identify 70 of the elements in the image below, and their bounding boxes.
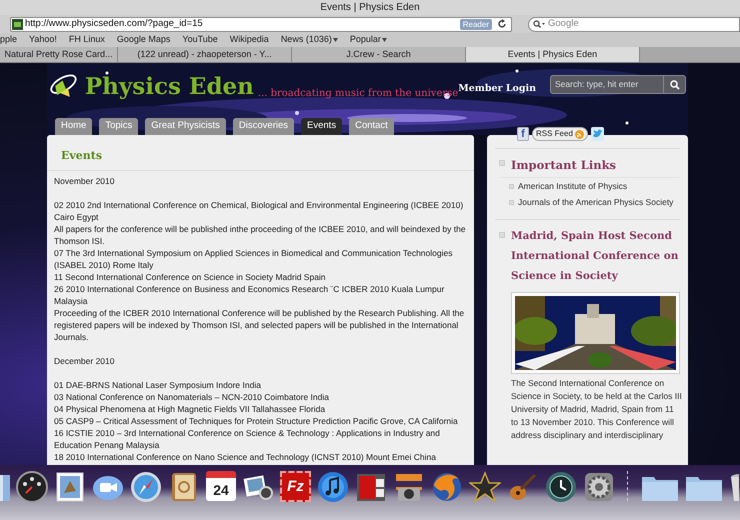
stamp-icon[interactable]	[54, 471, 86, 503]
star-icon[interactable]	[469, 471, 501, 503]
event-entry: 26 2010 International Conference on Business and Economics Research ¨C ICBER 2010 Kuala Lumpur Malaysia	[54, 283, 446, 307]
music-note-icon[interactable]	[317, 471, 349, 503]
event-entry: All papers for the conference will be published inthe proceeding of the ICBEE 2010, and will beindexed by the Thomson ISI.	[54, 223, 467, 247]
camera-icon[interactable]	[393, 471, 425, 503]
bookmark-link[interactable]: FH Linux	[68, 33, 105, 47]
bookmark-link[interactable]: Popular	[350, 33, 387, 47]
sidebar-link[interactable]: Journals of the American Physics Society	[518, 196, 674, 209]
search-icon	[533, 20, 545, 28]
bookmark-link[interactable]: YouTube	[182, 33, 218, 47]
globe-icon[interactable]	[431, 471, 463, 503]
event-entry: 11 Second International Conference on Science in Society Madrid Spain	[54, 271, 327, 283]
bird-icon[interactable]	[590, 127, 604, 141]
event-entry: Proceeding of the ICBER 2010 International Conference will be published by the Research Publishing. All the registered papers will be indexed by Thomson ISI, and selected papers will be published in the International Journals.	[54, 307, 466, 343]
bullet-icon	[499, 160, 505, 166]
browser-tab[interactable]: J.Crew - Search	[292, 47, 466, 62]
site-title: Physics Eden	[84, 75, 254, 98]
trash-icon[interactable]	[729, 471, 739, 503]
month-heading: November 2010	[54, 175, 116, 187]
event-entry: 05 CASP9 – Critical Assessment of Techniques for Protein Structure Prediction Pacific Grove, CA California	[54, 415, 459, 427]
member-login-link[interactable]: Member Login	[458, 82, 536, 96]
page-heading: Events	[61, 149, 102, 162]
sidebar-link[interactable]: American Institute of Physics	[518, 180, 628, 193]
event-entry: 01 DAE-BRNS National Laser Symposium Indore India	[54, 379, 262, 391]
bullet-icon	[509, 184, 514, 190]
article-text: The Second International Conference on Science in Society, to be held at the Carlos III University of Madrid, Madrid, Spain from 11 to 13 November 2010. This Conference will address disciplinary and interdisciplinary	[511, 376, 683, 442]
nav-tab[interactable]: Events	[301, 118, 342, 135]
bookmark-link[interactable]: Wikipedia	[230, 33, 269, 47]
clock-icon[interactable]	[545, 471, 577, 503]
rss-feed-button[interactable]: RSS Feed	[532, 127, 588, 141]
gauge-icon[interactable]	[16, 471, 48, 503]
address-field[interactable]: http://www.physicseden.com/?page_id=15 Reader	[10, 16, 512, 32]
bookmark-link[interactable]: Yahoo!	[29, 33, 57, 47]
dock-divider	[627, 471, 629, 501]
calendar-icon[interactable]: 24	[206, 471, 236, 501]
month-heading: December 2010	[54, 355, 116, 367]
event-entry: 18 2010 International Conference on Nano Science and Technology (ICNST 2010) Mount Emei China	[54, 451, 437, 463]
reload-icon[interactable]	[497, 19, 507, 29]
article-title: Madrid, Spain Host Second International Conference on Science in Society	[511, 228, 680, 284]
app-icon-label: Fz	[287, 479, 304, 494]
site-search-input[interactable]: Search: type, hit enter	[551, 78, 663, 91]
calendar-date: 24	[213, 482, 229, 496]
links-heading: Important Links	[511, 157, 616, 174]
bookmark-link[interactable]: pple	[0, 33, 18, 47]
browser-tab[interactable]: Events | Physics Eden	[466, 47, 640, 62]
bookmark-link[interactable]: News (1036)	[280, 33, 338, 47]
guitar-icon[interactable]	[507, 471, 539, 503]
browser-tab[interactable]: (122 unread) - zhaopeterson - Y...	[118, 47, 292, 62]
url-text: http://www.physicseden.com/?page_id=15	[25, 16, 204, 31]
search-icon	[670, 80, 680, 90]
site-icon	[12, 18, 23, 30]
event-entry: 07 The 3rd International Symposium on Applied Sciences in Biomedical and Communication Technologies (ISABEL 2010) Rome Italy	[54, 247, 454, 271]
rss-icon	[574, 130, 584, 138]
curtain-icon[interactable]	[355, 471, 387, 503]
browser-tab[interactable]: Natural Pretty Rose Card...	[0, 47, 118, 62]
compass-icon[interactable]	[130, 471, 162, 503]
bookmark-link[interactable]: Google Maps	[116, 33, 170, 47]
app-icon[interactable]: Fz	[280, 471, 311, 502]
gear-icon[interactable]	[583, 471, 615, 503]
bullet-icon	[499, 232, 505, 238]
event-entry: 02 2010 2nd International Conference on Chemical, Biological and Environmental Engineering (ICBEE 2010) Cairo Egypt	[54, 199, 464, 223]
event-entry: 16 ICSTIE 2010 – 3rd International Conference on Science & Technology : Applications in Industry and Education Penang Malaysia	[54, 427, 441, 451]
event-entry: 03 National Conference on Nanomaterials – NCN-2010 Coimbatore India	[54, 391, 330, 403]
window-title: Events | Physics Eden	[320, 1, 420, 15]
facebook-button[interactable]: f	[517, 127, 529, 141]
site-search-field[interactable]: Search: type, hit enter	[550, 75, 686, 94]
site-tagline: ... broadcating music from the universe	[258, 87, 458, 101]
bullet-icon	[509, 200, 514, 205]
event-entry: 04 Physical Phenomena at High Magnetic Fields VII Tallahassee Florida	[54, 403, 326, 415]
